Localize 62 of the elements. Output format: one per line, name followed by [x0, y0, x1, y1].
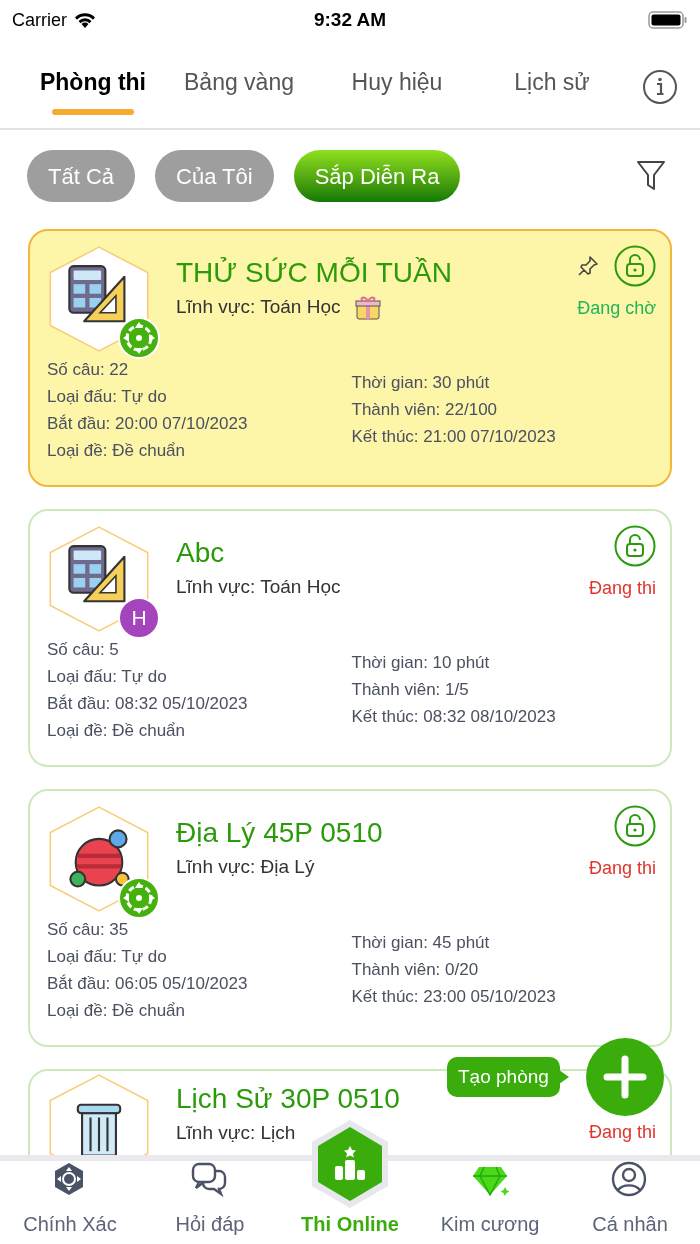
user-icon: [611, 1161, 649, 1199]
target-badge-icon: [118, 317, 160, 359]
detail-text: Loại đấu: Tự do: [47, 946, 168, 968]
filter-icon[interactable]: [636, 159, 666, 193]
info-icon[interactable]: [642, 69, 678, 105]
room-field: Lĩnh vực: Toán Học: [176, 573, 341, 602]
tab[interactable]: Huy hiệu: [322, 57, 472, 117]
nav-tab[interactable]: Cá nhân: [560, 1161, 700, 1244]
battery-icon: [648, 11, 688, 29]
unlock-icon[interactable]: [614, 805, 656, 847]
detail-text: Bắt đầu: 08:32 05/10/2023: [47, 693, 249, 715]
detail-text: Thời gian: 30 phút: [351, 372, 491, 394]
detail-text: Kết thúc: 21:00 07/10/2023: [351, 426, 557, 448]
unlock-icon[interactable]: [614, 245, 656, 287]
detail-text: Số câu: 35: [47, 919, 130, 941]
clock-time: 9:32 AM: [313, 7, 387, 32]
detail-text: Loại đề: Đề chuẩn: [47, 1000, 186, 1022]
room-field: Lĩnh vực: Lịch: [176, 1119, 296, 1148]
tab[interactable]: Phòng thi: [30, 57, 156, 117]
room-field: Lĩnh vực: Toán Học: [176, 293, 341, 322]
status-label: Đang thi: [588, 857, 656, 880]
detail-text: Số câu: 22: [47, 359, 130, 381]
detail-text: Thời gian: 45 phút: [351, 932, 491, 954]
plus-icon: [602, 1055, 647, 1099]
room-field: Lĩnh vực: Địa Lý: [176, 853, 315, 882]
unlock-icon[interactable]: [614, 525, 656, 567]
detail-text: Thành viên: 1/5: [351, 679, 470, 701]
room-title: THỬ SỨC MỖI TUẦN: [176, 257, 453, 289]
room-card[interactable]: THỬ SỨC MỖI TUẦN Lĩnh vực: Toán Học Đang chờ Số câu: 22 Loại đấu: Tự do Bắt đầu: 20:00 07/10/2023 Loại đề: Đề chuẩn Thời gian: 30 phút Thành viên: 22/100 Kết thúc: 21:00 07/10/2023: [28, 229, 672, 487]
detail-text: Bắt đầu: 20:00 07/10/2023: [47, 413, 249, 435]
target-badge-icon: [118, 877, 160, 919]
nav-tab[interactable]: Kim cương: [420, 1161, 560, 1244]
pin-icon[interactable]: [576, 254, 600, 278]
room-card[interactable]: Địa Lý 45P 0510 Lĩnh vực: Địa Lý Đang thi Số câu: 35 Loại đấu: Tự do Bắt đầu: 06:05 05/10/2023 Loại đề: Đề chuẩn Thời gian: 45 phút Thành viên: 0/20 Kết thúc: 23:00 05/10/2023: [28, 789, 672, 1047]
detail-text: Bắt đầu: 06:05 05/10/2023: [47, 973, 249, 995]
room-title: Lịch Sử 30P 0510: [176, 1083, 401, 1115]
detail-text: Loại đấu: Tự do: [47, 666, 168, 688]
room-title: Địa Lý 45P 0510: [176, 817, 384, 849]
detail-text: Số câu: 5: [47, 639, 120, 661]
detail-text: Loại đấu: Tự do: [47, 386, 168, 408]
detail-text: Thời gian: 10 phút: [351, 652, 491, 674]
avatar-badge: H: [118, 597, 160, 639]
room-card[interactable]: H Abc Lĩnh vực: Toán Học Đang thi Số câu: 5 Loại đấu: Tự do Bắt đầu: 08:32 05/10/2023 Loại đề: Đề chuẩn Thời gian: 10 phút Thành viên: 1/5 Kết thúc: 08:32 08/10/2023: [28, 509, 672, 767]
status-label: Đang thi: [588, 1121, 656, 1144]
detail-text: Kết thúc: 23:00 05/10/2023: [351, 986, 557, 1008]
status-label: Đang chờ: [577, 297, 656, 320]
tab[interactable]: Bảng vàng: [166, 57, 312, 117]
room-title: Abc: [176, 537, 226, 569]
carrier-label: Carrier: [12, 8, 67, 32]
nav-tab[interactable]: Chính Xác: [0, 1161, 140, 1244]
tooltip-pointer: [559, 1070, 569, 1084]
tooltip: Tạo phòng: [447, 1057, 560, 1097]
detail-text: Loại đề: Đề chuẩn: [47, 440, 186, 462]
nav-tab[interactable]: Hỏi đáp: [140, 1161, 280, 1244]
detail-text: Loại đề: Đề chuẩn: [47, 720, 186, 742]
tab[interactable]: Lịch sử: [482, 57, 622, 117]
status-label: Đang thi: [588, 577, 656, 600]
detail-text: Kết thúc: 08:32 08/10/2023: [351, 706, 557, 728]
wifi-icon: [73, 11, 97, 29]
detail-text: Thành viên: 0/20: [351, 959, 480, 981]
detail-text: Thành viên: 22/100: [351, 399, 499, 421]
chat-icon: [191, 1161, 229, 1199]
